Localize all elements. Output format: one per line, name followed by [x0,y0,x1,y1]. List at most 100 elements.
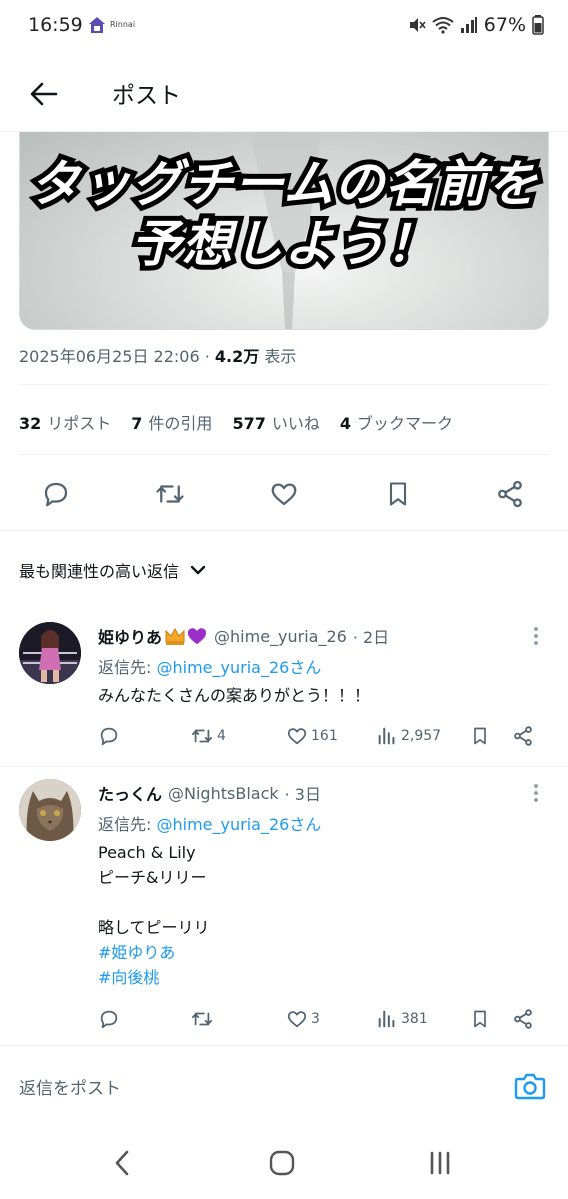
home-app-icon [89,17,105,33]
reply-to-line: 返信先: @hime_yuria_26さん [98,654,321,678]
reply-item[interactable]: たっくん @NightsBlack · 3日 返信先: @hime_yuria_… [0,767,568,1045]
camera-icon[interactable] [512,1068,548,1104]
mute-icon [409,18,426,32]
bookmark-icon [474,1010,486,1028]
reply-author-name[interactable]: 姫ゆりあ [98,624,162,648]
quotes-label: 件の引用 [148,414,213,433]
reply-button[interactable] [38,476,74,512]
share-button[interactable] [492,476,528,512]
reply-to-link[interactable]: @hime_yuria_26さん [156,815,321,834]
share-icon [498,480,522,508]
reposts-label: リポスト [47,414,112,433]
battery-icon [532,15,544,35]
heart-icon [287,728,307,745]
more-vertical-icon[interactable] [524,781,548,805]
divider [19,384,549,385]
reposts-count: 32 [19,414,42,433]
quotes-count: 7 [131,414,143,433]
reply-action-bar: 3 381 [98,1007,548,1031]
like-button[interactable] [266,476,302,512]
avatar[interactable] [19,779,81,841]
likes-stat[interactable]: 577 いいね [232,410,319,434]
reply-icon [100,1010,118,1029]
reply-sort-dropdown[interactable]: 最も関連性の高い返信 [19,558,207,582]
system-navigation-bar [0,1125,568,1199]
reply-text-line: ピーチ&リリー [98,868,207,887]
reply-action-bar: 4 161 2,957 [98,724,548,748]
reply-text-line: Peach & Lily [98,843,196,862]
post-datetime[interactable]: 2025年06月25日 22:06 [19,347,200,366]
chevron-down-icon [190,565,206,575]
nav-back-button[interactable] [102,1143,142,1183]
battery-percent: 67% [483,14,526,36]
reply-text-line [98,890,210,915]
top-app-bar: ポスト [0,56,568,132]
reply-text-line: 略してピーリリ [98,918,210,937]
reply-author-handle[interactable]: @hime_yuria_26 [214,627,347,646]
reply-header: 姫ゆりあ @hime_yuria_26 · 2日 [98,624,389,648]
reposts-stat[interactable]: 32 リポスト [19,410,111,434]
reply-to-prefix: 返信先: [98,815,157,834]
heart-icon [287,1011,307,1028]
reply-icon [100,727,118,746]
reply-composer: 返信をポスト [0,1045,568,1125]
heart-icon [271,483,297,506]
post-image[interactable]: タッグチームの名前を 予想しよう！ [19,132,549,330]
more-vertical-icon[interactable] [524,624,548,648]
likes-label: いいね [271,414,320,433]
share-button[interactable] [512,724,534,748]
status-bar: 16:59 Rinnai 67% [0,0,568,56]
avatar-image [19,779,81,841]
like-count: 161 [311,728,338,744]
quotes-stat[interactable]: 7 件の引用 [131,410,212,434]
back-button[interactable] [26,76,62,112]
avatar-image [19,622,81,684]
status-app-text: Rinnai [110,20,136,29]
repost-icon [156,485,184,503]
nav-recents-button[interactable] [420,1143,460,1183]
post-action-bar [0,470,568,518]
arrow-left-icon [30,82,58,106]
bookmark-button[interactable] [380,476,416,512]
like-button[interactable]: 161 [286,724,338,748]
reply-text-line: みんなたくさんの案ありがとう！！！ [98,686,371,705]
repost-button[interactable] [152,476,188,512]
hashtag-link[interactable]: #向後桃 [98,965,210,990]
avatar[interactable] [19,622,81,684]
share-icon [514,726,532,746]
divider [0,530,568,531]
reply-input[interactable]: 返信をポスト [19,1074,121,1099]
hashtag-link[interactable]: #姫ゆりあ [98,940,210,965]
bookmark-button[interactable] [470,724,490,748]
reply-to-line: 返信先: @hime_yuria_26さん [98,811,321,835]
reply-text: Peach & Lily ピーチ&リリー 略してピーリリ #姫ゆりあ #向後桃 [98,840,210,990]
reply-button[interactable] [98,724,120,748]
reply-button[interactable] [98,1007,120,1031]
reply-sort-label: 最も関連性の高い返信 [19,562,180,581]
reply-text: みんなたくさんの案ありがとう！！！ [98,683,370,708]
view-count: 381 [401,1011,428,1027]
bookmark-icon [389,482,407,506]
views-button[interactable]: 381 [376,1007,428,1031]
chevron-left-icon [115,1150,129,1176]
share-button[interactable] [512,1007,534,1031]
home-rounded-square-icon [269,1150,295,1176]
purple-heart-icon [187,628,207,645]
reply-to-link[interactable]: @hime_yuria_26さん [156,658,321,677]
repost-button[interactable] [190,1007,217,1031]
reply-item[interactable]: 姫ゆりあ @hime_yuria_26 · 2日 返信先: @hime_yuri… [0,610,568,766]
nav-home-button[interactable] [262,1143,302,1183]
reply-to-prefix: 返信先: [98,658,157,677]
status-icons: 67% [408,14,544,36]
reply-time: · 2日 [352,628,390,647]
like-button[interactable]: 3 [286,1007,320,1031]
reply-author-handle[interactable]: @NightsBlack [168,784,279,803]
repost-button[interactable]: 4 [190,724,226,748]
bookmarks-stat[interactable]: 4 ブックマーク [340,410,453,434]
reply-icon [44,482,68,507]
likes-count: 577 [232,414,266,433]
bookmark-button[interactable] [470,1007,490,1031]
post-meta: 2025年06月25日 22:06 · 4.2万 表示 [19,343,296,367]
reply-author-name[interactable]: たっくん [98,781,162,805]
views-button[interactable]: 2,957 [376,724,441,748]
